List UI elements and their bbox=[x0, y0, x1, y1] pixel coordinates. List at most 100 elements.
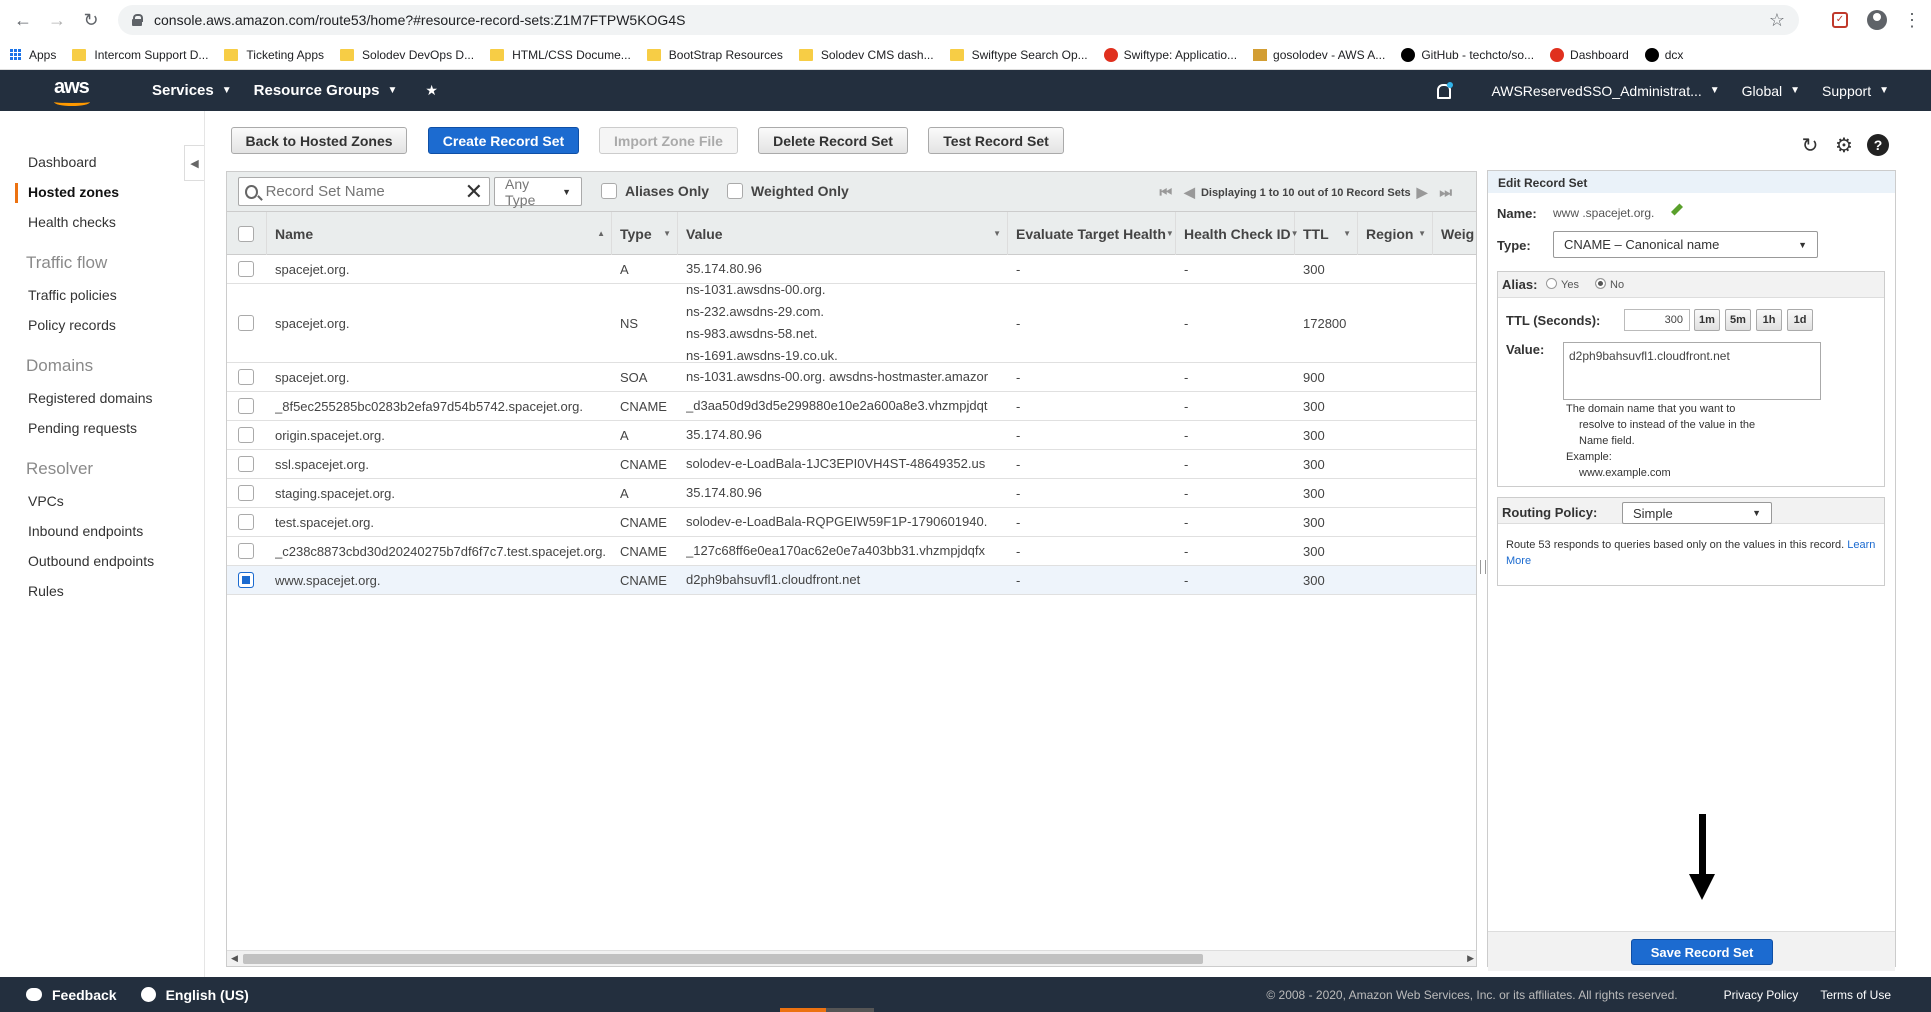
last-page-icon[interactable]: ⏭ bbox=[1439, 184, 1452, 201]
privacy-policy-link[interactable]: Privacy Policy bbox=[1724, 988, 1799, 1002]
table-row[interactable]: spacejet.org. NS ns-1031.awsdns-00.org. ns-… bbox=[227, 284, 1476, 363]
sidebar-item-vpcs[interactable]: VPCs bbox=[28, 493, 64, 509]
reload-icon[interactable]: ↻ bbox=[78, 7, 104, 33]
sidebar-item-dashboard[interactable]: Dashboard bbox=[28, 154, 97, 170]
profile-avatar-icon[interactable] bbox=[1867, 10, 1887, 30]
table-row[interactable]: origin.spacejet.org. A 35.174.80.96 - - 300 bbox=[227, 421, 1476, 450]
terms-of-use-link[interactable]: Terms of Use bbox=[1820, 988, 1891, 1002]
resource-groups-menu[interactable]: Resource Groups ▼ bbox=[254, 82, 398, 99]
sidebar-item-health-checks[interactable]: Health checks bbox=[28, 214, 116, 230]
bookmark-item[interactable]: BootStrap Resources bbox=[646, 48, 783, 62]
ttl-5m-button[interactable]: 5m bbox=[1725, 309, 1751, 331]
forward-arrow-icon[interactable]: → bbox=[44, 7, 70, 33]
aliases-only-filter[interactable]: Aliases Only bbox=[601, 183, 709, 199]
row-checkbox[interactable] bbox=[238, 514, 254, 530]
row-checkbox[interactable] bbox=[238, 427, 254, 443]
browser-menu-icon[interactable]: ⋮ bbox=[1903, 11, 1921, 29]
ttl-input[interactable]: 300 bbox=[1624, 309, 1690, 331]
row-checkbox[interactable] bbox=[238, 369, 254, 385]
create-record-set-button[interactable]: Create Record Set bbox=[428, 127, 579, 154]
sidebar-item-registered-domains[interactable]: Registered domains bbox=[28, 390, 153, 406]
row-checkbox[interactable] bbox=[238, 572, 254, 588]
scroll-right-icon[interactable]: ▶ bbox=[1467, 953, 1474, 964]
test-record-set-button[interactable]: Test Record Set bbox=[928, 127, 1064, 154]
weighted-only-checkbox[interactable] bbox=[727, 183, 743, 199]
back-to-hosted-zones-button[interactable]: Back to Hosted Zones bbox=[231, 127, 407, 154]
sidebar-collapse-button[interactable]: ◀ bbox=[184, 145, 204, 181]
table-row[interactable]: staging.spacejet.org. A 35.174.80.96 - - 300 bbox=[227, 479, 1476, 508]
sidebar-item-inbound-endpoints[interactable]: Inbound endpoints bbox=[28, 523, 143, 539]
clear-search-icon[interactable]: ✕ bbox=[465, 179, 483, 205]
table-row[interactable]: www.spacejet.org. CNAME d2ph9bahsuvfl1.clo… bbox=[227, 566, 1476, 595]
bookmark-item[interactable]: Dashboard bbox=[1550, 47, 1629, 62]
horizontal-scrollbar[interactable]: ◀ ▶ bbox=[227, 950, 1476, 966]
ttl-1d-button[interactable]: 1d bbox=[1787, 309, 1813, 331]
alias-no-option[interactable]: No bbox=[1595, 278, 1624, 291]
row-checkbox[interactable] bbox=[238, 543, 254, 559]
account-menu[interactable]: AWSReservedSSO_Administrat... ▼ bbox=[1491, 83, 1719, 99]
extension-icon[interactable]: ✓ bbox=[1829, 9, 1851, 31]
sidebar-item-policy-records[interactable]: Policy records bbox=[28, 317, 116, 333]
record-set-search[interactable]: ✕ bbox=[238, 177, 490, 206]
table-row[interactable]: spacejet.org. SOA ns-1031.awsdns-00.org. a… bbox=[227, 363, 1476, 392]
import-zone-file-button[interactable]: Import Zone File bbox=[599, 127, 738, 154]
column-name[interactable]: Name ▲ bbox=[267, 212, 612, 255]
alias-no-radio[interactable] bbox=[1595, 278, 1606, 289]
column-type[interactable]: Type ▼ bbox=[612, 212, 678, 255]
delete-record-set-button[interactable]: Delete Record Set bbox=[758, 127, 908, 154]
support-menu[interactable]: Support ▼ bbox=[1822, 83, 1889, 99]
bookmark-item[interactable]: Intercom Support D... bbox=[72, 48, 208, 62]
row-checkbox[interactable] bbox=[238, 315, 254, 331]
table-row[interactable]: ssl.spacejet.org. CNAME solodev-e-LoadBala… bbox=[227, 450, 1476, 479]
alias-yes-option[interactable]: Yes bbox=[1546, 278, 1579, 291]
aliases-only-checkbox[interactable] bbox=[601, 183, 617, 199]
column-health-check-id[interactable]: Health Check ID ▼ bbox=[1176, 212, 1299, 255]
bookmark-item[interactable]: Solodev DevOps D... bbox=[340, 48, 474, 62]
search-input[interactable] bbox=[265, 183, 465, 200]
refresh-icon[interactable]: ↻ bbox=[1799, 134, 1821, 157]
gear-icon[interactable]: ⚙ bbox=[1833, 134, 1855, 157]
bell-icon[interactable] bbox=[1435, 81, 1454, 99]
column-ttl[interactable]: TTL ▼ bbox=[1295, 212, 1358, 255]
table-row[interactable]: spacejet.org. A 35.174.80.96 - - 300 bbox=[227, 255, 1476, 284]
services-menu[interactable]: Services ▼ bbox=[152, 82, 232, 99]
scroll-thumb[interactable] bbox=[243, 954, 1203, 964]
language-selector[interactable]: English (US) bbox=[140, 987, 249, 1003]
back-arrow-icon[interactable]: ← bbox=[10, 7, 36, 33]
bookmark-item[interactable]: HTML/CSS Docume... bbox=[490, 48, 631, 62]
first-page-icon[interactable]: ⏮ bbox=[1160, 184, 1173, 201]
row-checkbox[interactable] bbox=[238, 261, 254, 277]
bookmark-item[interactable]: Apps bbox=[10, 48, 56, 62]
name-value[interactable]: www .spacejet.org. bbox=[1553, 206, 1654, 220]
bookmark-item[interactable]: gosolodev - AWS A... bbox=[1253, 48, 1385, 62]
sidebar-item-pending-requests[interactable]: Pending requests bbox=[28, 420, 137, 436]
column-evaluate-target-health[interactable]: Evaluate Target Health ▼ bbox=[1008, 212, 1176, 255]
bookmark-item[interactable]: Swiftype Search Op... bbox=[949, 48, 1088, 62]
bookmark-item[interactable]: Solodev CMS dash... bbox=[798, 48, 934, 62]
aws-logo[interactable]: aws bbox=[50, 70, 130, 111]
scroll-left-icon[interactable]: ◀ bbox=[231, 953, 238, 964]
column-region[interactable]: Region ▼ bbox=[1358, 212, 1433, 255]
sidebar-item-traffic-policies[interactable]: Traffic policies bbox=[28, 287, 117, 303]
table-row[interactable]: test.spacejet.org. CNAME solodev-e-LoadBal… bbox=[227, 508, 1476, 537]
alias-yes-radio[interactable] bbox=[1546, 278, 1557, 289]
pin-icon[interactable]: ★ bbox=[425, 82, 438, 99]
table-row[interactable]: _8f5ec255285bc0283b2efa97d54b5742.spacej… bbox=[227, 392, 1476, 421]
feedback-link[interactable]: Feedback bbox=[26, 987, 117, 1003]
routing-policy-select[interactable]: Simple ▼ bbox=[1622, 502, 1772, 524]
region-menu[interactable]: Global ▼ bbox=[1742, 83, 1800, 99]
bookmark-item[interactable]: dcx bbox=[1644, 47, 1683, 62]
row-checkbox[interactable] bbox=[238, 485, 254, 501]
sidebar-item-rules[interactable]: Rules bbox=[28, 583, 64, 599]
save-record-set-button[interactable]: Save Record Set bbox=[1631, 939, 1773, 965]
type-filter-select[interactable]: Any Type ▼ bbox=[494, 176, 582, 208]
weighted-only-filter[interactable]: Weighted Only bbox=[727, 183, 849, 199]
panel-splitter[interactable] bbox=[1480, 560, 1486, 574]
table-row[interactable]: _c238c8873cbd30d20240275b7df6f7c7.test.s… bbox=[227, 537, 1476, 566]
sidebar-item-outbound-endpoints[interactable]: Outbound endpoints bbox=[28, 553, 154, 569]
row-checkbox[interactable] bbox=[238, 398, 254, 414]
column-value[interactable]: Value ▼ bbox=[678, 212, 1008, 255]
bookmark-item[interactable]: Ticketing Apps bbox=[224, 48, 324, 62]
sidebar-item-hosted-zones[interactable]: Hosted zones bbox=[28, 184, 119, 200]
bookmark-item[interactable]: Swiftype: Applicatio... bbox=[1103, 47, 1237, 62]
